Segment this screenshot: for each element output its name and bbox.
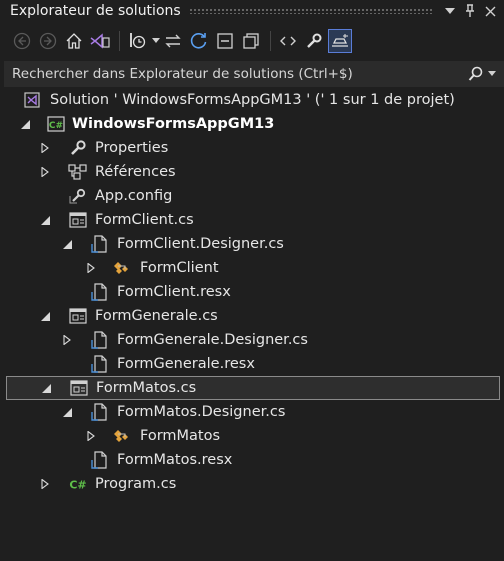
- tree-item-label: Solution ' WindowsFormsAppGM13 ' (' 1 su…: [50, 92, 455, 108]
- drag-grip[interactable]: [188, 8, 432, 14]
- expanded-arrow-icon[interactable]: [38, 309, 52, 323]
- class-icon: [112, 259, 132, 277]
- tree-item-label: FormMatos.Designer.cs: [117, 404, 286, 420]
- resx-icon: [90, 355, 110, 373]
- show-all-files-icon[interactable]: [239, 29, 263, 53]
- tree-item[interactable]: FormClient.cs: [0, 208, 504, 232]
- tree-item[interactable]: FormMatos: [0, 424, 504, 448]
- dropdown-arrow-icon[interactable]: [440, 1, 460, 21]
- csharp-file-icon: C#: [68, 475, 88, 493]
- code-file-icon: [90, 403, 110, 421]
- config-icon: [68, 187, 88, 205]
- collapsed-arrow-icon[interactable]: [38, 477, 52, 491]
- references-icon: [68, 163, 88, 181]
- preview-selected-items-icon[interactable]: [328, 29, 352, 53]
- tree-item-label: FormGenerale.cs: [95, 308, 218, 324]
- collapsed-arrow-icon[interactable]: [60, 333, 74, 347]
- tree-item-label: FormClient.resx: [117, 284, 231, 300]
- tree-item[interactable]: Properties: [0, 136, 504, 160]
- class-icon: [112, 427, 132, 445]
- tree-item-label: FormClient: [140, 260, 219, 276]
- pending-changes-filter-icon[interactable]: [125, 29, 149, 53]
- toolbar-separator: [270, 31, 271, 51]
- tree-item-label: FormMatos: [140, 428, 221, 444]
- tree-item-label: Properties: [95, 140, 169, 156]
- sync-with-document-icon[interactable]: [161, 29, 185, 53]
- collapsed-arrow-icon[interactable]: [38, 165, 52, 179]
- panel-titlebar: Explorateur de solutions: [0, 0, 504, 22]
- tree-item-label: FormClient.cs: [95, 212, 194, 228]
- resx-icon: [90, 451, 110, 469]
- pin-icon[interactable]: [460, 1, 480, 21]
- tree-item-label: FormGenerale.Designer.cs: [117, 332, 308, 348]
- expanded-arrow-icon[interactable]: [60, 237, 74, 251]
- code-file-icon: [90, 235, 110, 253]
- tree-item[interactable]: C# Program.cs: [0, 472, 504, 496]
- toolbar: [0, 26, 504, 56]
- wrench-icon: [68, 139, 88, 157]
- tree-item-label: App.config: [95, 188, 173, 204]
- search-bar[interactable]: Rechercher dans Explorateur de solutions…: [4, 61, 504, 87]
- tree-item[interactable]: Références: [0, 160, 504, 184]
- tree-item[interactable]: App.config: [0, 184, 504, 208]
- properties-wrench-icon[interactable]: [302, 29, 326, 53]
- toolbar-separator: [119, 31, 120, 51]
- tree-item[interactable]: FormClient.Designer.cs: [0, 232, 504, 256]
- chevron-down-icon: [488, 71, 496, 76]
- solution-icon: [22, 91, 42, 109]
- forward-icon[interactable]: [36, 29, 60, 53]
- search-icon: [468, 66, 483, 81]
- chevron-down-icon[interactable]: [151, 31, 161, 51]
- form-icon: [69, 379, 89, 397]
- panel-title: Explorateur de solutions: [10, 3, 181, 19]
- collapse-all-icon[interactable]: [213, 29, 237, 53]
- tree-item-label: WindowsFormsAppGM13: [72, 116, 275, 132]
- search-input[interactable]: Rechercher dans Explorateur de solutions…: [12, 66, 462, 82]
- tree-item-label: FormGenerale.resx: [117, 356, 255, 372]
- code-file-icon: [90, 331, 110, 349]
- form-icon: [68, 211, 88, 229]
- tree-item-label: FormClient.Designer.cs: [117, 236, 284, 252]
- tree-item[interactable]: C# WindowsFormsAppGM13: [0, 112, 504, 136]
- refresh-icon[interactable]: [187, 29, 211, 53]
- tree-item[interactable]: Solution ' WindowsFormsAppGM13 ' (' 1 su…: [0, 88, 504, 112]
- switch-views-icon[interactable]: [88, 29, 112, 53]
- csharp-project-icon: C#: [46, 115, 66, 133]
- expanded-arrow-icon[interactable]: [38, 213, 52, 227]
- collapsed-arrow-icon[interactable]: [84, 261, 98, 275]
- expanded-arrow-icon[interactable]: [18, 117, 32, 131]
- tree-item[interactable]: FormMatos.Designer.cs: [0, 400, 504, 424]
- resx-icon: [90, 283, 110, 301]
- home-icon[interactable]: [62, 29, 86, 53]
- tree-item[interactable]: FormGenerale.resx: [0, 352, 504, 376]
- tree-item[interactable]: FormMatos.cs: [6, 376, 500, 400]
- tree-item-label: FormMatos.resx: [117, 452, 233, 468]
- svg-text:C#: C#: [49, 121, 63, 131]
- collapsed-arrow-icon[interactable]: [38, 141, 52, 155]
- tree-item-label: FormMatos.cs: [96, 380, 197, 396]
- svg-text:C#: C#: [69, 479, 86, 492]
- collapsed-arrow-icon[interactable]: [84, 429, 98, 443]
- tree-item[interactable]: FormMatos.resx: [0, 448, 504, 472]
- expanded-arrow-icon[interactable]: [60, 405, 74, 419]
- tree-item[interactable]: FormGenerale.cs: [0, 304, 504, 328]
- tree-item[interactable]: FormClient.resx: [0, 280, 504, 304]
- expanded-arrow-icon[interactable]: [39, 381, 53, 395]
- tree-item-label: Références: [95, 164, 176, 180]
- view-code-icon[interactable]: [276, 29, 300, 53]
- form-icon: [68, 307, 88, 325]
- search-options[interactable]: [462, 66, 504, 82]
- tree-item[interactable]: FormClient: [0, 256, 504, 280]
- tree-item[interactable]: FormGenerale.Designer.cs: [0, 328, 504, 352]
- tree-item-label: Program.cs: [95, 476, 177, 492]
- back-icon[interactable]: [10, 29, 34, 53]
- close-icon[interactable]: [480, 1, 500, 21]
